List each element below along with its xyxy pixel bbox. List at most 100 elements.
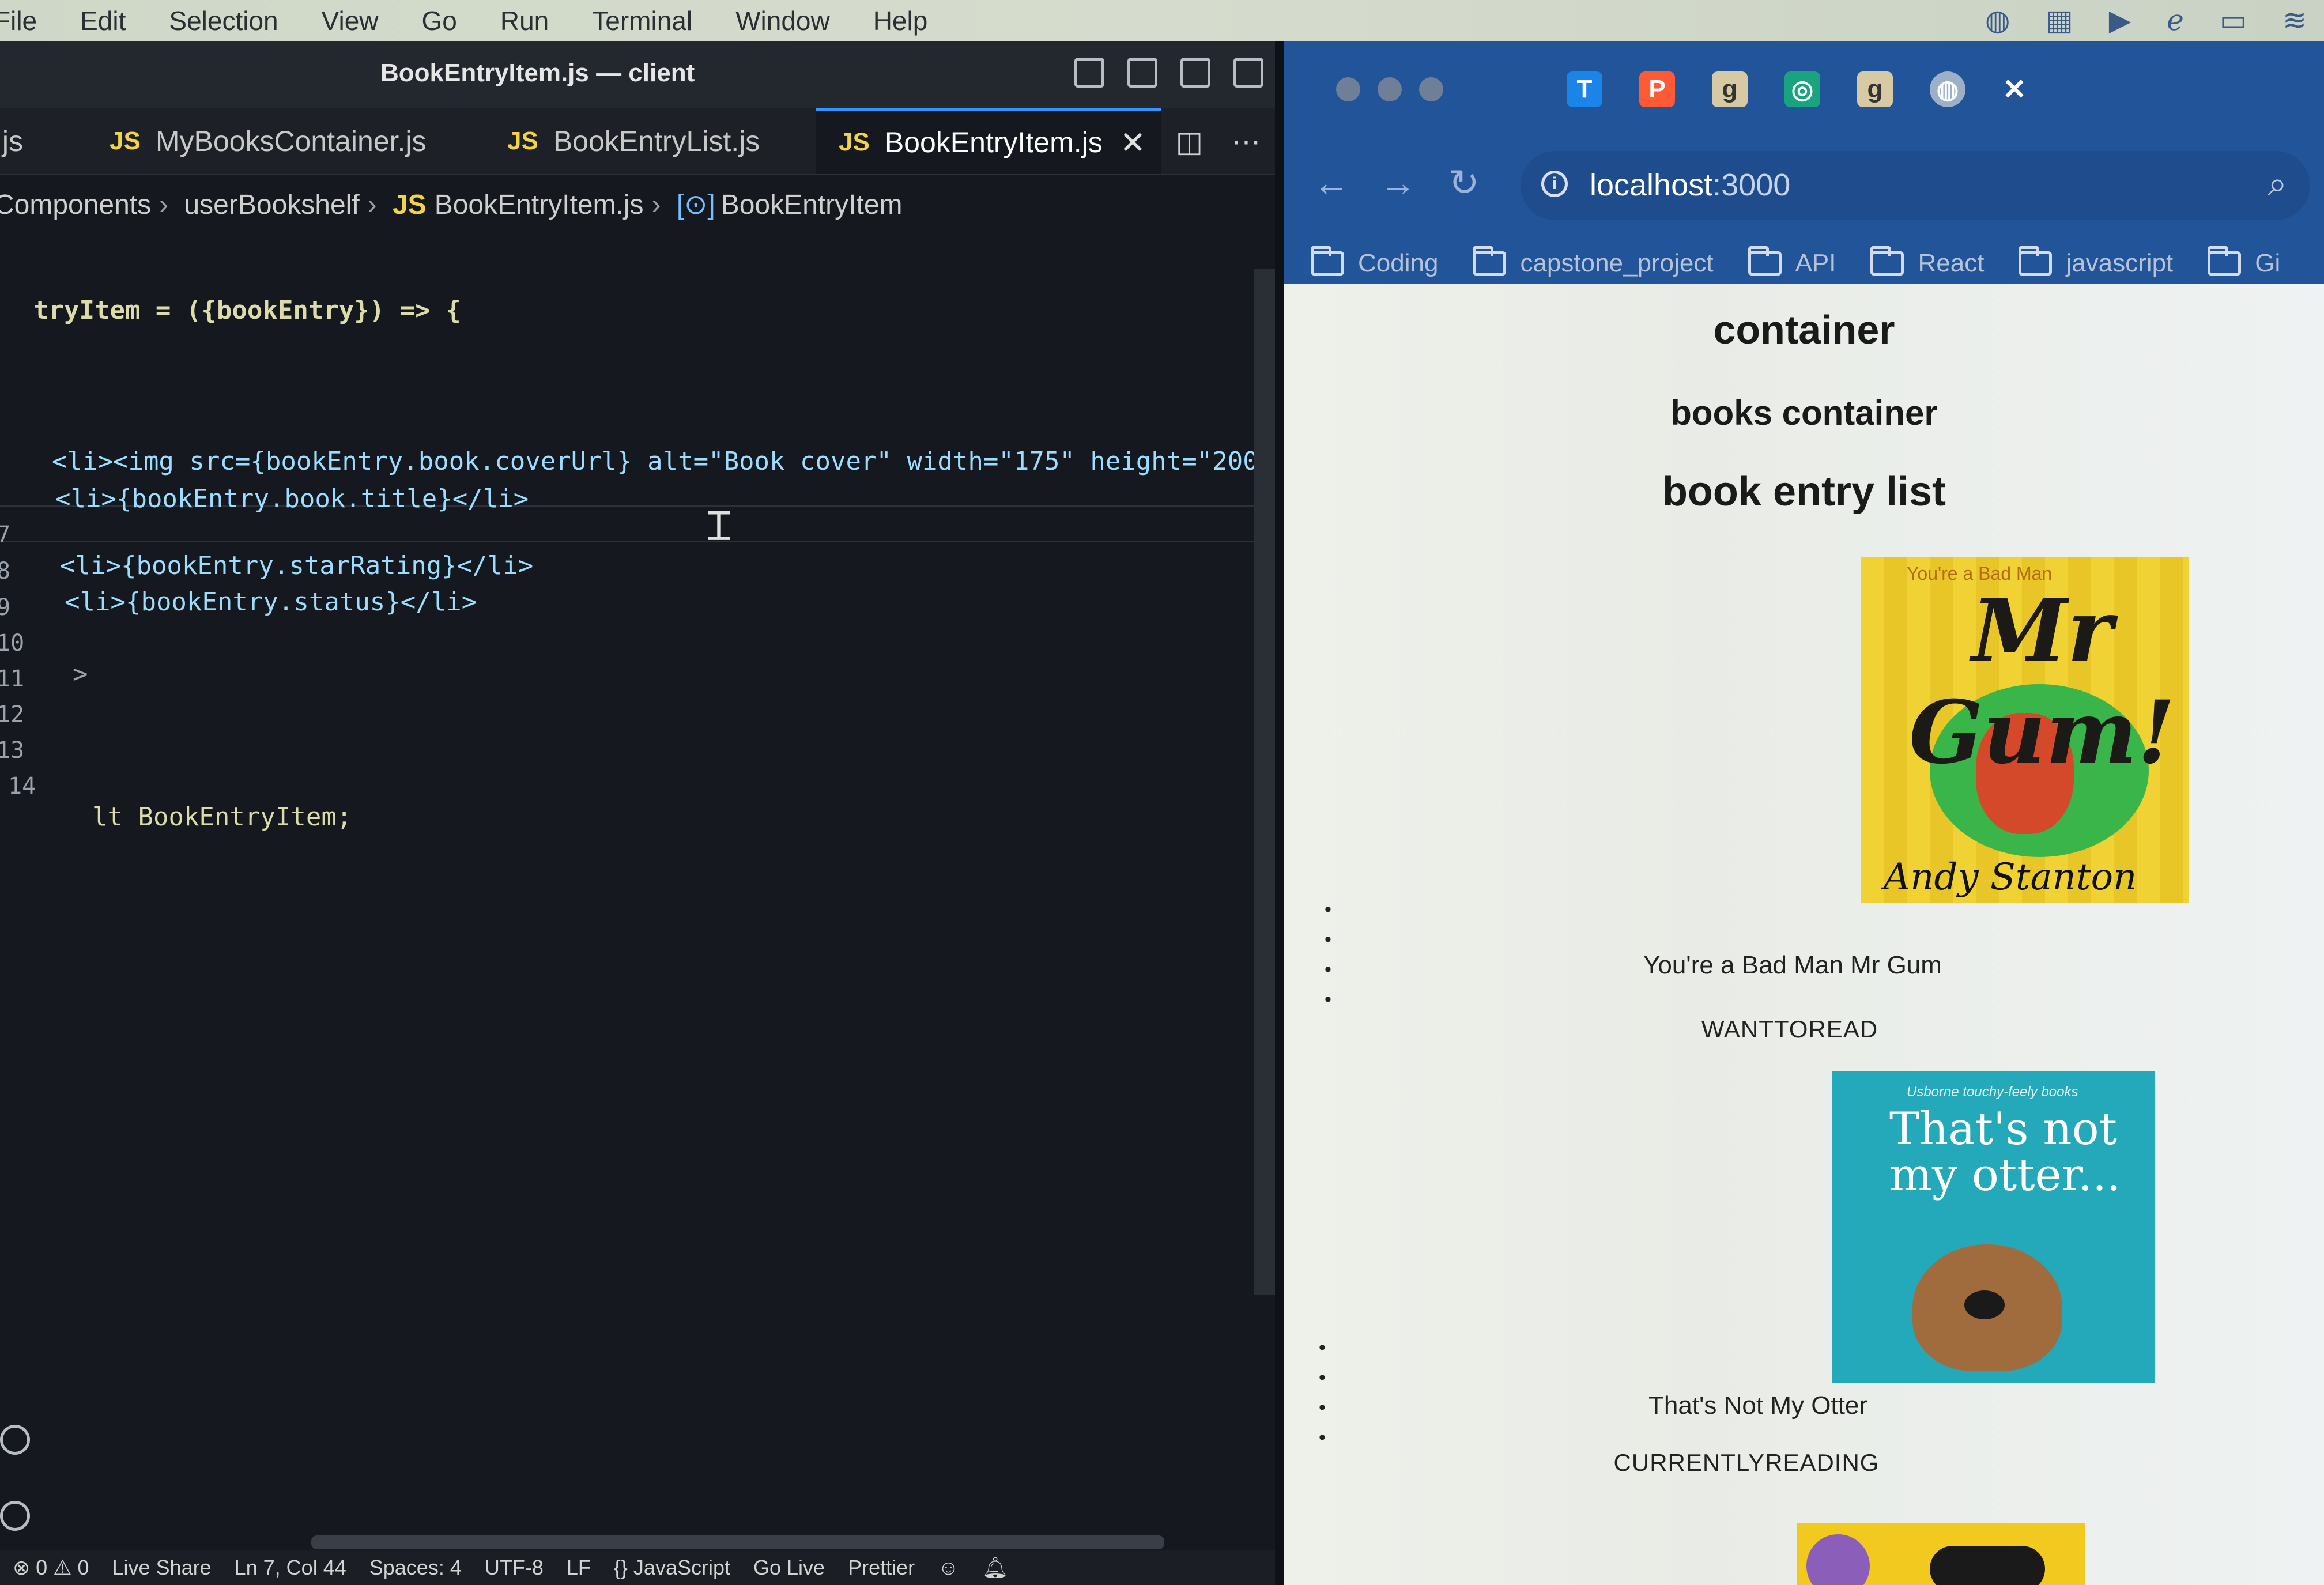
zoom-icon[interactable]: ⌕ (2268, 164, 2287, 204)
menu-view[interactable]: View (322, 5, 379, 36)
language-mode[interactable]: {} JavaScript (614, 1556, 730, 1580)
go-live-button[interactable]: Go Live (753, 1556, 825, 1580)
cover-title: Mr Gum! (1909, 580, 2175, 783)
folder-icon (1870, 246, 1904, 276)
site-info-icon[interactable]: i (1541, 171, 1568, 197)
bookmark-folder[interactable]: React (1870, 246, 1985, 278)
problems-indicator[interactable]: ⊗ 0 ⚠ 0 (13, 1556, 89, 1580)
javascript-file-icon: JS (110, 126, 141, 155)
book-cover-image: You're a Bad Man Mr Gum! Andy Stanton (1861, 557, 2189, 903)
globe-tab-icon[interactable]: ◍ (1930, 71, 1965, 107)
globe-icon[interactable]: ◍ (1985, 3, 2010, 37)
menu-go[interactable]: Go (422, 5, 457, 36)
menu-selection[interactable]: Selection (169, 5, 278, 36)
toggle-panel-icon[interactable] (1127, 58, 1157, 88)
tab-label: BookEntryList.js (553, 124, 760, 157)
folder-icon (1473, 246, 1507, 276)
battery-icon[interactable]: ▭ (2220, 3, 2247, 37)
editor-tab-bar: .js JS MyBooksContainer.js JS BookEntryL… (0, 108, 1275, 175)
line-number: 14 (8, 773, 36, 799)
forward-arrow-icon[interactable]: → (1379, 161, 1416, 204)
eol-setting[interactable]: LF (567, 1556, 591, 1580)
toggle-primary-sidebar-icon[interactable] (1074, 58, 1104, 88)
tab-mybookscontainer[interactable]: JS MyBooksContainer.js (110, 108, 478, 174)
bookmark-folder[interactable]: Coding (1311, 246, 1439, 278)
gear-icon[interactable] (0, 1501, 30, 1531)
code-text: <li><img src={bookEntry.book.coverUrl} a… (52, 447, 1275, 476)
zoom-window-button[interactable] (1419, 77, 1443, 101)
bell-icon[interactable]: 🔔︎ (982, 1556, 1009, 1580)
play-icon[interactable]: ▶ (2109, 3, 2131, 37)
breadcrumb-item[interactable]: BookEntryItem (721, 190, 903, 220)
vertical-scrollbar[interactable] (1254, 269, 1275, 1295)
account-icon[interactable] (0, 1425, 30, 1455)
prettier-button[interactable]: Prettier (848, 1556, 915, 1580)
more-actions-icon[interactable]: ⋯ (1232, 125, 1261, 158)
menu-window[interactable]: Window (735, 5, 830, 36)
bookmark-label: Coding (1358, 249, 1439, 277)
browser-toolbar: T P g ◎ g ◍ ✕ ← → ↻ i localhost:3000 ⌕ C… (1284, 41, 2324, 284)
breadcrumb: Components › userBookshelf › JS BookEntryIt… (0, 188, 903, 221)
bookmark-folder[interactable]: API (1748, 246, 1836, 278)
wifi-icon[interactable]: ≋ (2282, 3, 2307, 37)
menu-run[interactable]: Run (500, 5, 549, 36)
address-bar[interactable]: i localhost:3000 ⌕ (1521, 151, 2310, 220)
url-port: :3000 (1712, 168, 1791, 202)
encoding-setting[interactable]: UTF-8 (485, 1556, 544, 1580)
toggle-secondary-sidebar-icon[interactable] (1180, 58, 1210, 88)
live-share-button[interactable]: Live Share (112, 1556, 212, 1580)
menu-terminal[interactable]: Terminal (592, 5, 692, 36)
symbol-variable-icon: [⊙] (676, 190, 715, 220)
customize-layout-icon[interactable] (1233, 58, 1263, 88)
bookmark-label: React (1918, 249, 1985, 277)
back-arrow-icon[interactable]: ← (1313, 161, 1350, 204)
close-tab-icon[interactable]: ✕ (1120, 124, 1146, 161)
heading-container: container (1713, 307, 1895, 352)
goodreads-tab-icon[interactable]: g (1712, 71, 1748, 107)
hubspot-tab-icon[interactable]: P (1639, 71, 1675, 107)
bookmark-folder[interactable]: javascript (2019, 246, 2173, 278)
breadcrumb-item[interactable]: userBookshelf (184, 190, 359, 220)
code-line: 13 (0, 708, 92, 764)
indentation-setting[interactable]: Spaces: 4 (369, 1556, 462, 1580)
code-text: <li>{bookEntry.status}</li> (65, 587, 477, 617)
menu-edit[interactable]: Edit (80, 5, 126, 36)
javascript-file-icon: JS (392, 190, 427, 220)
cover-text: Usborne touchy-feely books (1907, 1084, 2078, 1100)
code-line: 14 lt BookEntryItem; (0, 744, 352, 832)
book-title: That's Not My Otter (1648, 1391, 1868, 1420)
code-line: 10 > (0, 601, 92, 689)
tab-bookentryitem[interactable]: JS BookEntryItem.js ✕ (816, 108, 1161, 174)
url-host: localhost (1590, 168, 1713, 202)
folder-icon (2019, 246, 2053, 276)
breadcrumb-item[interactable]: Components (0, 190, 151, 220)
close-tab-icon[interactable]: ✕ (2002, 73, 2027, 106)
heading-book-entry-list: book entry list (1662, 469, 1946, 515)
tab-bookentrylist[interactable]: JS BookEntryList.js (507, 108, 807, 174)
chatgpt-tab-icon[interactable]: ◎ (1784, 71, 1820, 107)
breadcrumb-item[interactable]: BookEntryItem.js (435, 190, 644, 220)
text-cursor-icon: Ɪ (708, 504, 730, 549)
code-line: <li><img src={bookEntry.book.coverUrl} a… (0, 417, 1275, 476)
code-editor[interactable]: tryItem = ({bookEntry}) => { <li><img sr… (0, 266, 1275, 1534)
close-window-button[interactable] (1336, 77, 1360, 101)
code-line: <li>{bookEntry.book.title}</li> (0, 455, 529, 514)
menu-help[interactable]: Help (873, 5, 928, 36)
minimize-window-button[interactable] (1378, 77, 1402, 101)
reload-icon[interactable]: ↻ (1448, 161, 1480, 205)
code-text: lt BookEntryItem; (92, 802, 352, 832)
edge-icon[interactable]: ℯ (2167, 3, 2184, 37)
trello-tab-icon[interactable]: T (1567, 71, 1602, 107)
bookmark-folder[interactable]: Gi (2208, 246, 2280, 278)
cursor-position[interactable]: Ln 7, Col 44 (235, 1556, 346, 1580)
goodreads-tab-icon[interactable]: g (1857, 71, 1893, 107)
tab-partial-js[interactable]: .js (0, 108, 81, 174)
feedback-icon[interactable]: ☺ (938, 1556, 959, 1580)
bookmark-folder[interactable]: capstone_project (1473, 246, 1714, 278)
vscode-window: BookEntryItem.js — client .js JS MyBooks… (0, 41, 1275, 1585)
code-line: 7 <li>{bookEntry.starRating}</li> (0, 492, 533, 580)
horizontal-scrollbar[interactable] (311, 1535, 1164, 1549)
display-icon[interactable]: ▦ (2046, 3, 2073, 37)
split-editor-icon[interactable]: ◫ (1176, 125, 1203, 158)
menu-file[interactable]: File (0, 5, 37, 36)
